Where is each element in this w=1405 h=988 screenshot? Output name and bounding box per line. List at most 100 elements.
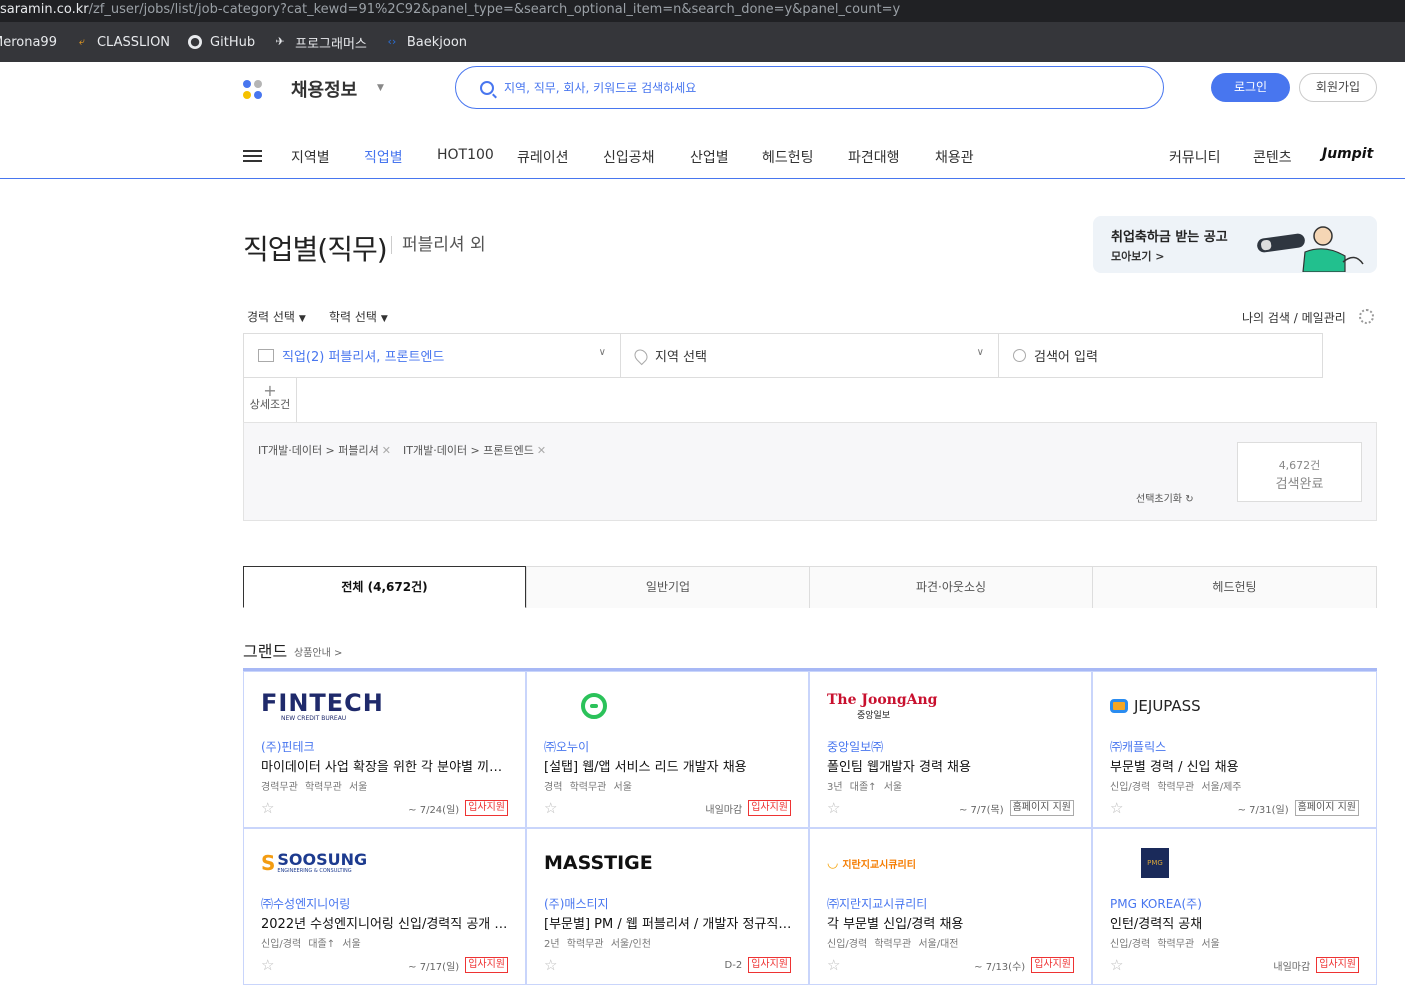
saramin-logo-icon[interactable] <box>243 80 263 100</box>
caret-down-icon: ▼ <box>298 314 306 324</box>
apply-button[interactable]: 입사지원 <box>1316 957 1359 973</box>
bookmark-baekjoon[interactable]: ‹› Baekjoon <box>385 35 467 50</box>
nav-headhunting[interactable]: 헤드헌팅 <box>762 147 814 167</box>
deadline: ~ 7/7(목) <box>958 804 1004 816</box>
filter-chip[interactable]: IT개발·데이터 > 퍼블리셔 ✕ <box>258 442 391 458</box>
page-title: 직업별(직무) <box>243 233 388 266</box>
apply-button[interactable]: 입사지원 <box>748 800 791 816</box>
join-button[interactable]: 회원가입 <box>1299 73 1377 102</box>
hamburger-menu-icon[interactable] <box>243 150 262 163</box>
promo-banner[interactable]: 취업축하금 받는 공고 모아보기 > <box>1093 216 1377 273</box>
close-icon[interactable]: ✕ <box>537 444 546 457</box>
job-title[interactable]: 폴인팀 웹개발자 경력 채용 <box>827 756 1077 775</box>
deadline: 내일마감 <box>705 804 743 816</box>
apply-button[interactable]: 입사지원 <box>748 957 791 973</box>
career-select[interactable]: 경력 선택 ▼ <box>247 308 306 325</box>
star-icon[interactable]: ☆ <box>544 956 557 974</box>
search-done-button[interactable]: 4,672건 검색완료 <box>1237 442 1362 502</box>
job-conditions: 경력 학력무관 서울 <box>544 782 632 793</box>
job-conditions: 신입/경력 학력무관 서울/제주 <box>1110 782 1242 793</box>
apply-button[interactable]: 입사지원 <box>465 800 508 816</box>
product-info-link[interactable]: 상품안내 > <box>294 644 342 659</box>
job-title[interactable]: [설탭] 웹/앱 서비스 리드 개발자 채용 <box>544 756 794 775</box>
nav-recruit-hall[interactable]: 채용관 <box>935 147 974 167</box>
company-name[interactable]: ㈜캐플릭스 <box>1110 738 1166 755</box>
company-name[interactable]: PMG KOREA(주) <box>1110 895 1202 912</box>
homepage-apply-button[interactable]: 홈페이지 지원 <box>1009 800 1074 816</box>
job-card[interactable]: S SOOSUNG ENGINEERING & CONSULTING ㈜수성엔지니… <box>243 828 526 985</box>
gear-icon[interactable] <box>1359 309 1374 324</box>
search-input[interactable]: 지역, 직무, 회사, 키워드로 검색하세요 <box>455 66 1164 109</box>
nav-region[interactable]: 지역별 <box>291 147 330 167</box>
page-subtitle: 퍼블리셔 외 <box>391 236 486 254</box>
tab-general[interactable]: 일반기업 <box>526 566 810 608</box>
job-title[interactable]: 2022년 수성엔지니어링 신입/경력직 공개 채용 <box>261 913 511 932</box>
job-card[interactable]: MASSTIGE (주)매스티지 [부문별] PM / 웹 퍼블리셔 / 개발자… <box>526 828 809 985</box>
company-name[interactable]: (주)매스티지 <box>544 895 609 912</box>
chevron-down-icon: ∨ <box>598 347 606 358</box>
job-card[interactable]: ◡ 지란지교시큐리티 ㈜지란지교시큐리티 각 부문별 신입/경력 채용 신입/경… <box>809 828 1092 985</box>
company-name[interactable]: 중앙일보㈜ <box>827 738 883 755</box>
star-icon[interactable]: ☆ <box>1110 956 1123 974</box>
close-icon[interactable]: ✕ <box>382 444 391 457</box>
nav-industry[interactable]: 산업별 <box>690 147 729 167</box>
tab-dispatch[interactable]: 파견·아웃소싱 <box>809 566 1093 608</box>
nav-contents[interactable]: 콘텐츠 <box>1253 147 1292 167</box>
keyword-input[interactable]: 검색어 입력 <box>998 333 1323 378</box>
star-icon[interactable]: ☆ <box>261 956 274 974</box>
job-title[interactable]: 마이데이터 사업 확장을 위한 각 분야별 끼있는 인재 채용 <box>261 756 511 775</box>
star-icon[interactable]: ☆ <box>1110 799 1123 817</box>
login-button[interactable]: 로그인 <box>1211 73 1290 102</box>
chevron-down-icon[interactable]: ▼ <box>377 83 384 93</box>
telescope-illustration-icon <box>1257 226 1364 272</box>
bookmark-github[interactable]: ● GitHub <box>188 35 255 50</box>
job-category-select[interactable]: 직업(2) 퍼블리셔, 프론트엔드 ∨ <box>243 333 621 378</box>
filter-chip[interactable]: IT개발·데이터 > 프론트엔드 ✕ <box>403 442 546 458</box>
star-icon[interactable]: ☆ <box>261 799 274 817</box>
company-name[interactable]: ㈜오누이 <box>544 738 589 755</box>
bookmark-classlion[interactable]: ⤶ CLASSLION <box>75 35 170 50</box>
star-icon[interactable]: ☆ <box>544 799 557 817</box>
job-title[interactable]: 인턴/경력직 공채 <box>1110 913 1360 932</box>
nav-community[interactable]: 커뮤니티 <box>1169 147 1221 167</box>
job-card[interactable]: PMG PMG KOREA(주) 인턴/경력직 공채 신입/경력 학력무관 서울… <box>1092 828 1377 985</box>
detail-conditions-button[interactable]: + 상세조건 <box>243 378 297 423</box>
job-title[interactable]: 각 부문별 신입/경력 채용 <box>827 913 1077 932</box>
reset-filters-button[interactable]: 선택초기화 ↻ <box>1136 490 1194 505</box>
nav-curation[interactable]: 큐레이션 <box>517 147 569 167</box>
tab-all[interactable]: 전체 (4,672건) <box>243 566 526 608</box>
nav-hot100[interactable]: HOT100 <box>437 147 494 163</box>
apply-button[interactable]: 입사지원 <box>465 957 508 973</box>
star-icon[interactable]: ☆ <box>827 799 840 817</box>
star-icon[interactable]: ☆ <box>827 956 840 974</box>
programmers-icon: ✈ <box>275 35 285 48</box>
bookmark-merona[interactable]: Merona99 <box>0 35 57 50</box>
tab-headhunting[interactable]: 헤드헌팅 <box>1092 566 1377 608</box>
job-card[interactable]: ㈜오누이 [설탭] 웹/앱 서비스 리드 개발자 채용 경력 학력무관 서울 ☆… <box>526 671 809 828</box>
job-title[interactable]: 부문별 경력 / 신입 채용 <box>1110 756 1360 775</box>
region-select[interactable]: 지역 선택 ∨ <box>620 333 999 378</box>
company-name[interactable]: (주)핀테크 <box>261 738 315 755</box>
job-card[interactable]: JEJUPASS ㈜캐플릭스 부문별 경력 / 신입 채용 신입/경력 학력무관… <box>1092 671 1377 828</box>
my-search-link[interactable]: 나의 검색 / 메일관리 <box>1242 309 1346 326</box>
education-select[interactable]: 학력 선택 ▼ <box>329 308 388 325</box>
company-name[interactable]: ㈜지란지교시큐리티 <box>827 895 927 912</box>
service-title[interactable]: 채용정보 <box>291 76 357 102</box>
job-card[interactable]: The JoongAng 중앙일보 중앙일보㈜ 폴인팀 웹개발자 경력 채용 3… <box>809 671 1092 828</box>
deadline: D-2 <box>724 959 743 971</box>
search-placeholder: 지역, 직무, 회사, 키워드로 검색하세요 <box>504 81 697 95</box>
job-title[interactable]: [부문별] PM / 웹 퍼블리셔 / 개발자 정규직 채용 <box>544 913 794 932</box>
job-card[interactable]: FINTECH NEW CREDIT BUREAU (주)핀테크 마이데이터 사… <box>243 671 526 828</box>
nav-dispatch[interactable]: 파견대행 <box>848 147 900 167</box>
nav-job[interactable]: 직업별 <box>364 147 403 167</box>
bookmark-programmers[interactable]: ✈ 프로그래머스 <box>273 33 367 52</box>
nav-newbie[interactable]: 신입공채 <box>603 147 655 167</box>
address-bar[interactable]: saramin.co.kr/zf_user/jobs/list/job-cate… <box>0 0 1405 22</box>
result-count: 4,672건 <box>1278 459 1321 472</box>
company-logo: The JoongAng 중앙일보 <box>827 691 938 721</box>
company-name[interactable]: ㈜수성엔지니어링 <box>261 895 350 912</box>
apply-button[interactable]: 입사지원 <box>1031 957 1074 973</box>
jumpit-logo[interactable]: Jumpit <box>1322 146 1373 162</box>
selected-filters-panel: IT개발·데이터 > 퍼블리셔 ✕ IT개발·데이터 > 프론트엔드 ✕ 선택초기화… <box>243 422 1377 521</box>
homepage-apply-button[interactable]: 홈페이지 지원 <box>1294 800 1359 816</box>
